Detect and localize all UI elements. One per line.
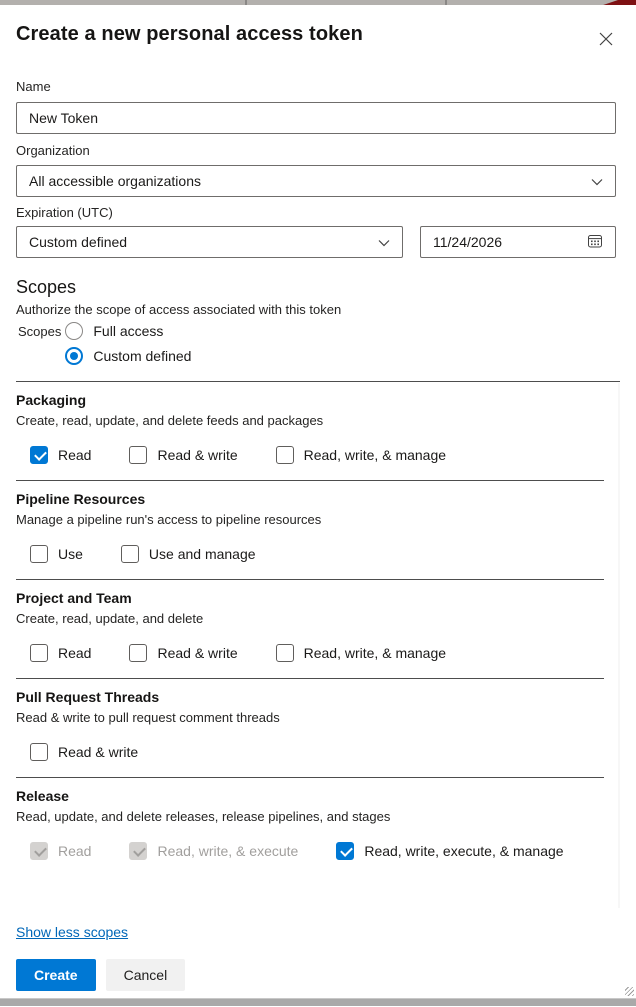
organization-select[interactable]: All accessible organizations bbox=[16, 165, 616, 197]
scopes-radio-group: Scopes Full access Custom defined bbox=[16, 322, 620, 365]
scope-description: Create, read, update, and delete bbox=[16, 610, 604, 628]
scrollbar-up-icon[interactable] bbox=[618, 385, 620, 401]
scope-description: Read & write to pull request comment thr… bbox=[16, 709, 604, 727]
scope-checkbox[interactable]: Read, write, & execute bbox=[129, 842, 298, 860]
scope-section: Release Read, update, and delete release… bbox=[16, 778, 604, 876]
checkbox-label: Read, write, execute, & manage bbox=[364, 843, 563, 859]
scope-checkbox[interactable]: Read, write, & manage bbox=[276, 446, 446, 464]
scope-checkbox-row: Read Read & write Read, write, & manage bbox=[30, 446, 604, 464]
checkbox-icon[interactable] bbox=[30, 743, 48, 761]
scopes-heading: Scopes bbox=[16, 276, 620, 298]
checkbox-label: Read & write bbox=[157, 447, 237, 463]
scope-section: Packaging Create, read, update, and dele… bbox=[16, 382, 604, 481]
scopes-group-label: Scopes bbox=[18, 324, 61, 339]
page-horizontal-scrollbar[interactable] bbox=[0, 998, 636, 1006]
expiration-date-input[interactable]: 11/24/2026 bbox=[420, 226, 616, 258]
scope-checkbox[interactable]: Use bbox=[30, 545, 83, 563]
scopes-subheading: Authorize the scope of access associated… bbox=[16, 302, 620, 317]
scope-checkbox[interactable]: Read bbox=[30, 842, 91, 860]
checkbox-icon[interactable] bbox=[30, 446, 48, 464]
dialog-title: Create a new personal access token bbox=[16, 23, 363, 46]
create-pat-dialog: Create a new personal access token Name … bbox=[0, 5, 636, 991]
scope-sections: Packaging Create, read, update, and dele… bbox=[16, 382, 604, 876]
scope-section: Pull Request Threads Read & write to pul… bbox=[16, 679, 604, 778]
checkbox-icon[interactable] bbox=[30, 545, 48, 563]
checkbox-icon[interactable] bbox=[30, 842, 48, 860]
name-input[interactable]: New Token bbox=[16, 102, 616, 134]
checkbox-label: Read & write bbox=[58, 744, 138, 760]
scope-checkbox[interactable]: Read & write bbox=[30, 743, 138, 761]
checkbox-icon[interactable] bbox=[129, 446, 147, 464]
scope-checkbox[interactable]: Use and manage bbox=[121, 545, 256, 563]
resize-corner bbox=[625, 987, 634, 996]
scope-checkbox-row: Read & write bbox=[30, 743, 604, 761]
expiration-label: Expiration (UTC) bbox=[16, 205, 620, 220]
scope-checkbox[interactable]: Read & write bbox=[129, 644, 237, 662]
radio-label: Full access bbox=[93, 323, 163, 339]
scrollbar-down-icon[interactable] bbox=[618, 891, 620, 907]
checkbox-icon[interactable] bbox=[276, 644, 294, 662]
checkbox-label: Read bbox=[58, 843, 91, 859]
scope-checkbox[interactable]: Read, write, execute, & manage bbox=[336, 842, 563, 860]
chevron-down-icon bbox=[591, 173, 603, 189]
scope-section: Pipeline Resources Manage a pipeline run… bbox=[16, 481, 604, 580]
scrollbar[interactable] bbox=[618, 383, 620, 908]
radio-full-access[interactable]: Full access bbox=[65, 322, 191, 340]
scope-list: Packaging Create, read, update, and dele… bbox=[16, 381, 620, 908]
scope-description: Read, update, and delete releases, relea… bbox=[16, 808, 604, 826]
scope-checkbox-row: Read Read, write, & execute Read, write,… bbox=[30, 842, 604, 860]
create-button[interactable]: Create bbox=[16, 959, 96, 991]
scope-checkbox[interactable]: Read, write, & manage bbox=[276, 644, 446, 662]
checkbox-icon[interactable] bbox=[121, 545, 139, 563]
cancel-button[interactable]: Cancel bbox=[106, 959, 186, 991]
checkbox-label: Read, write, & manage bbox=[304, 447, 446, 463]
checkbox-label: Read bbox=[58, 645, 91, 661]
checkbox-icon[interactable] bbox=[129, 842, 147, 860]
close-icon[interactable] bbox=[592, 25, 620, 53]
expiration-preset-value: Custom defined bbox=[29, 234, 127, 250]
scope-checkbox-row: Read Read & write Read, write, & manage bbox=[30, 644, 604, 662]
organization-select-value: All accessible organizations bbox=[29, 173, 201, 189]
scope-title: Packaging bbox=[16, 391, 604, 410]
radio-custom-defined[interactable]: Custom defined bbox=[65, 347, 191, 365]
checkbox-label: Use and manage bbox=[149, 546, 256, 562]
scope-title: Release bbox=[16, 787, 604, 806]
checkbox-label: Read bbox=[58, 447, 91, 463]
scope-title: Pipeline Resources bbox=[16, 490, 604, 509]
checkbox-label: Read & write bbox=[157, 645, 237, 661]
checkbox-icon[interactable] bbox=[129, 644, 147, 662]
name-input-value: New Token bbox=[29, 110, 98, 126]
expiration-preset-select[interactable]: Custom defined bbox=[16, 226, 403, 258]
scope-title: Pull Request Threads bbox=[16, 688, 604, 707]
organization-label: Organization bbox=[16, 143, 620, 158]
scope-checkbox[interactable]: Read bbox=[30, 446, 91, 464]
checkbox-icon[interactable] bbox=[336, 842, 354, 860]
checkbox-label: Read, write, & execute bbox=[157, 843, 298, 859]
scope-section: Project and Team Create, read, update, a… bbox=[16, 580, 604, 679]
scope-checkbox-row: Use Use and manage bbox=[30, 545, 604, 563]
radio-label: Custom defined bbox=[93, 348, 191, 364]
chevron-down-icon bbox=[378, 234, 390, 250]
name-label: Name bbox=[16, 79, 620, 94]
expiration-date-value: 11/24/2026 bbox=[433, 234, 502, 250]
checkbox-label: Read, write, & manage bbox=[304, 645, 446, 661]
checkbox-label: Use bbox=[58, 546, 83, 562]
checkbox-icon[interactable] bbox=[30, 644, 48, 662]
scope-description: Manage a pipeline run's access to pipeli… bbox=[16, 511, 604, 529]
checkbox-icon[interactable] bbox=[276, 446, 294, 464]
scope-checkbox[interactable]: Read bbox=[30, 644, 91, 662]
radio-icon[interactable] bbox=[65, 322, 83, 340]
show-less-scopes-link[interactable]: Show less scopes bbox=[16, 924, 128, 940]
scope-checkbox[interactable]: Read & write bbox=[129, 446, 237, 464]
calendar-icon[interactable] bbox=[587, 233, 603, 252]
radio-icon[interactable] bbox=[65, 347, 83, 365]
scope-title: Project and Team bbox=[16, 589, 604, 608]
scope-description: Create, read, update, and delete feeds a… bbox=[16, 412, 604, 430]
